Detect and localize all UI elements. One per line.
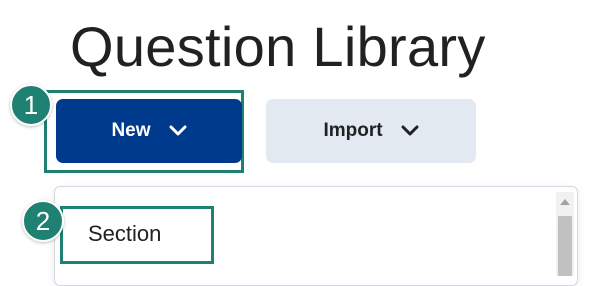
chevron-down-icon — [169, 125, 187, 136]
menu-item-section[interactable]: Section — [88, 219, 161, 249]
import-button[interactable]: Import — [266, 99, 476, 163]
dropdown-scrollbar[interactable] — [556, 192, 574, 276]
scrollbar-thumb[interactable] — [558, 216, 572, 276]
step-1-badge: 1 — [10, 84, 52, 126]
new-button-label: New — [111, 120, 151, 141]
page-title: Question Library — [70, 15, 486, 78]
chevron-down-icon — [401, 125, 419, 136]
step-2-badge: 2 — [22, 200, 64, 242]
new-button[interactable]: New — [56, 99, 242, 163]
scroll-up-arrow-icon[interactable] — [560, 199, 570, 205]
import-button-label: Import — [323, 120, 383, 141]
